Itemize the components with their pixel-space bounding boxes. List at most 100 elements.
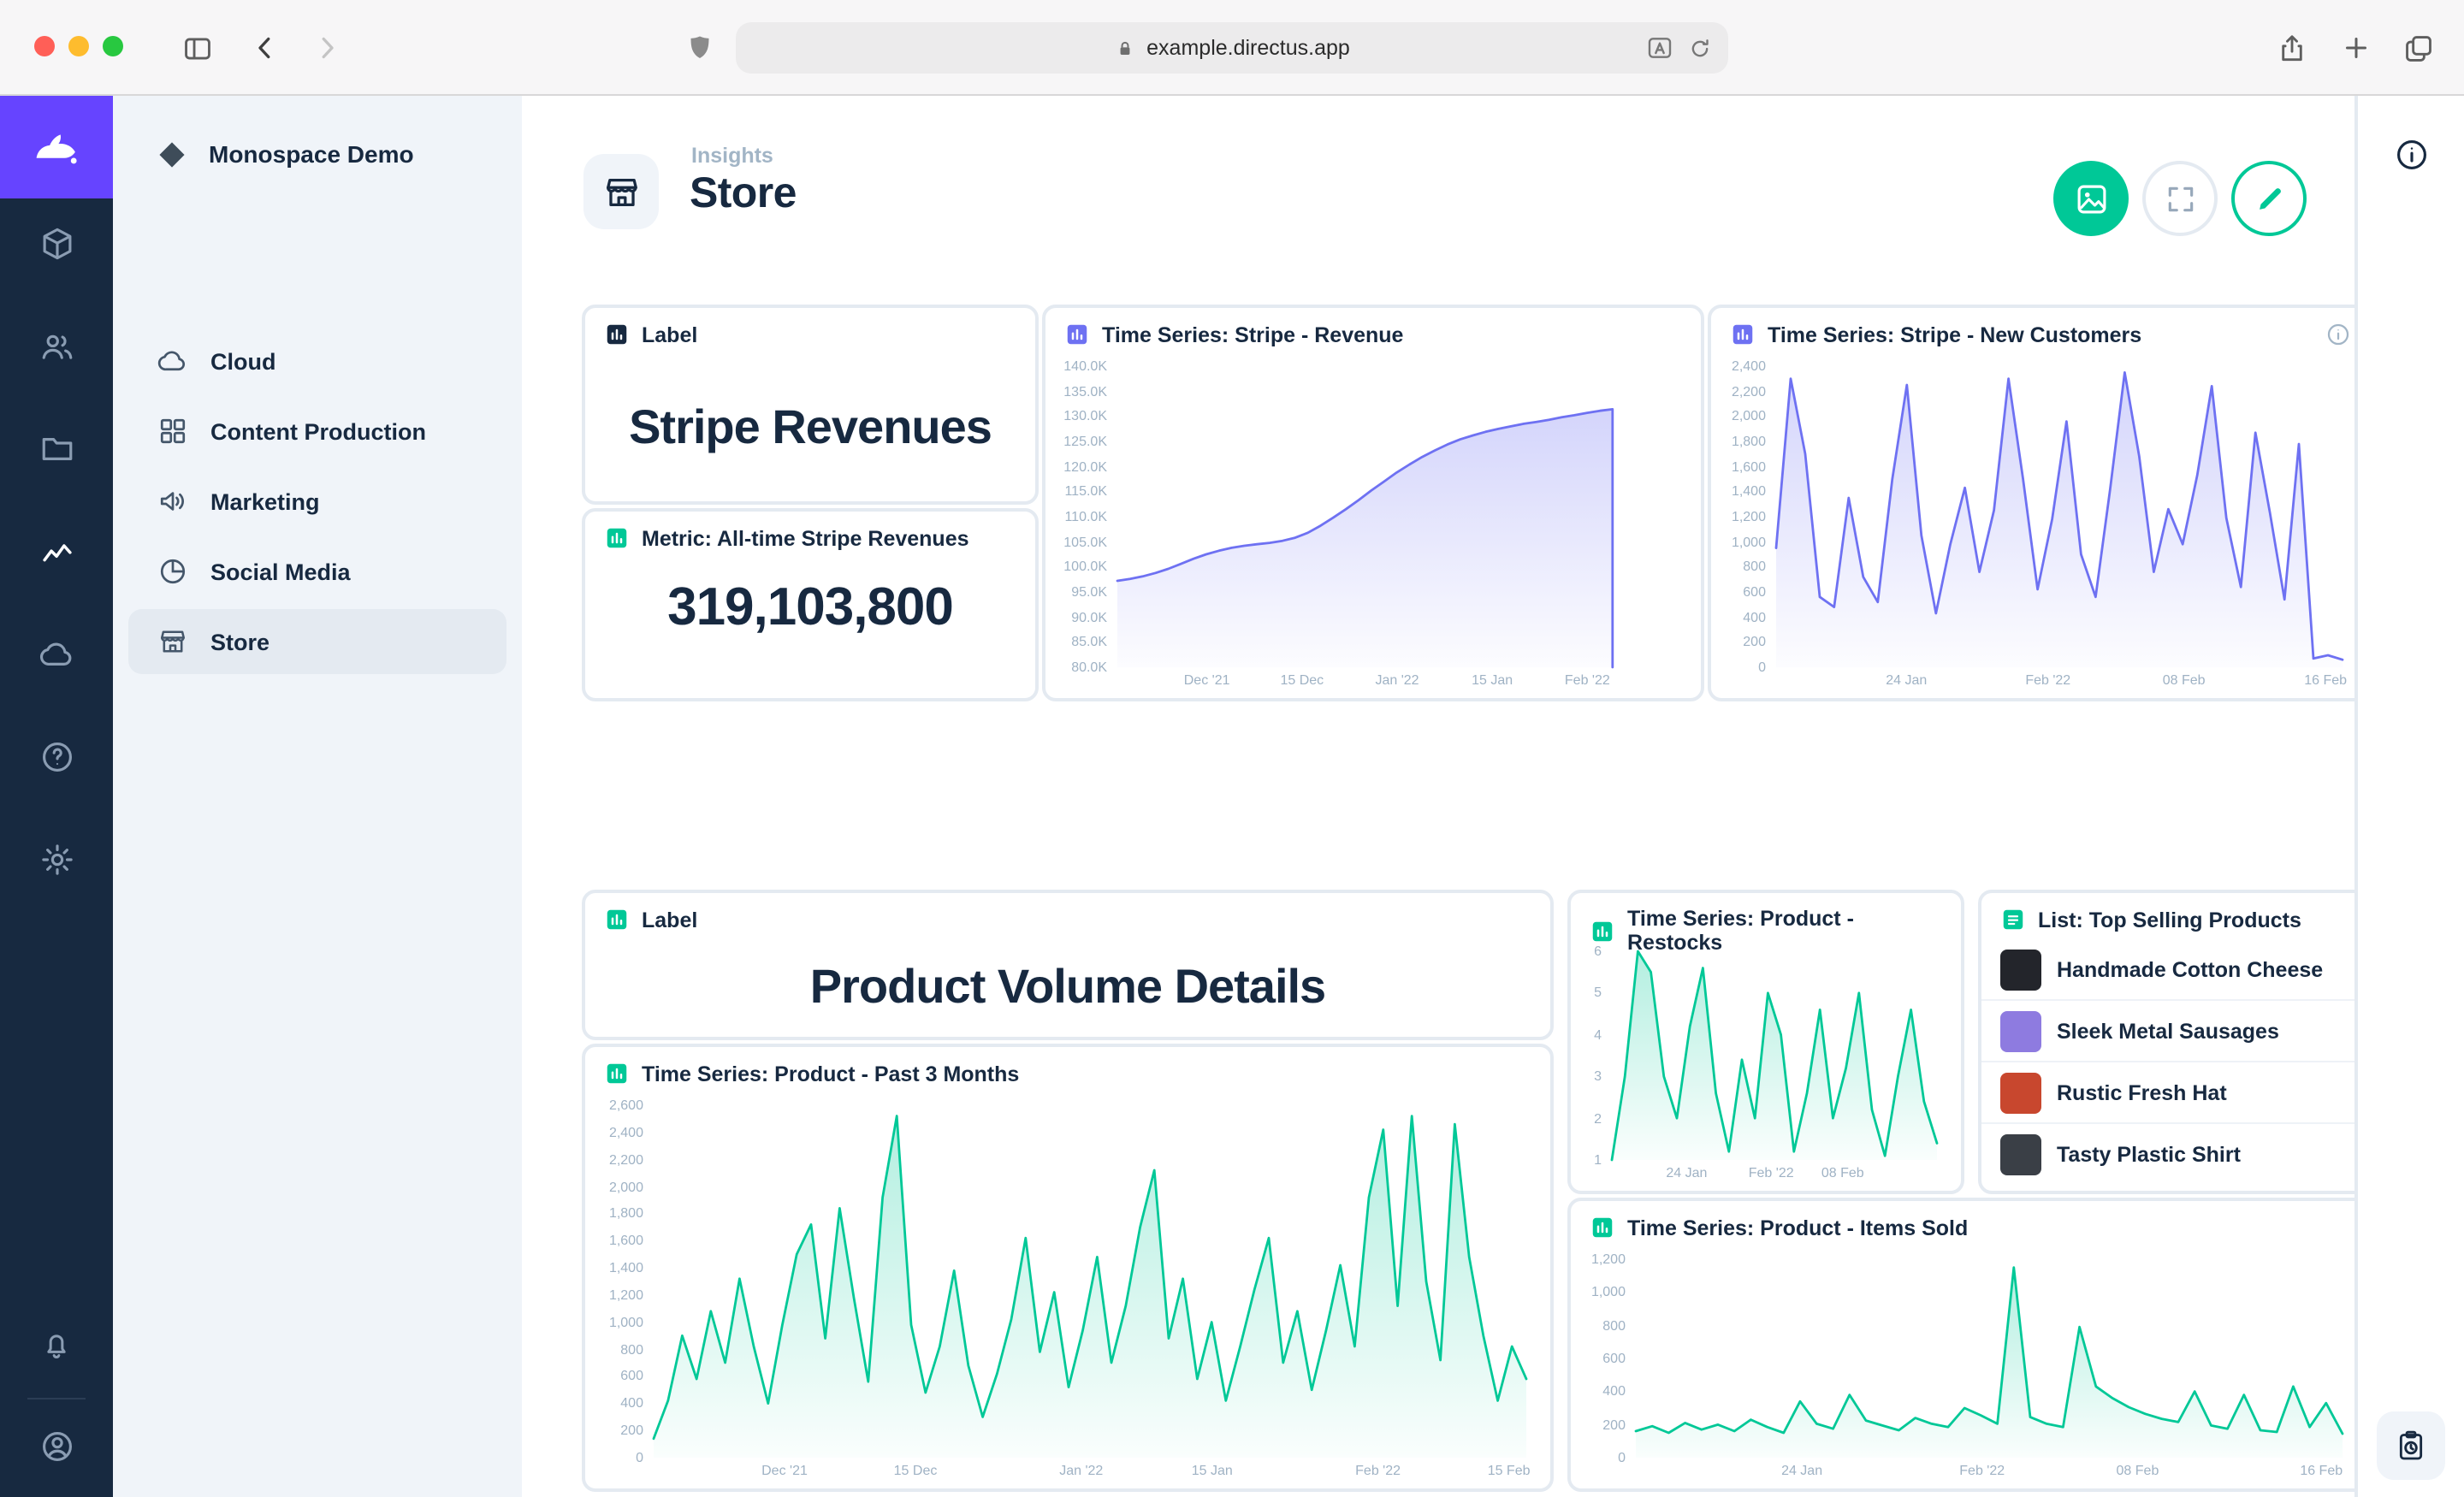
sidebar-item-marketing[interactable]: Marketing xyxy=(128,469,506,534)
chart-panel-icon xyxy=(1730,322,1756,347)
list-item[interactable]: Rustic Fresh Hat xyxy=(1981,1061,2366,1122)
navigation-sidebar: Monospace Demo Cloud Content Production … xyxy=(113,96,522,1497)
module-cloud-icon[interactable] xyxy=(0,616,113,691)
module-bar-divider xyxy=(27,1398,86,1399)
edit-dashboard-button[interactable] xyxy=(2231,161,2307,236)
panel-label-product[interactable]: Label Product Volume Details xyxy=(582,890,1554,1040)
module-content-icon[interactable] xyxy=(0,205,113,281)
panel-label-stripe[interactable]: Label Stripe Revenues xyxy=(582,305,1039,505)
label-text: Product Volume Details xyxy=(810,960,1325,1015)
metric-value: 319,103,800 xyxy=(585,577,1035,638)
image-panel-button[interactable] xyxy=(2053,161,2129,236)
sidebar-item-label: Social Media xyxy=(210,559,351,584)
dashboard-icon-badge xyxy=(583,154,659,229)
panel-product-items-sold-chart[interactable]: Time Series: Product - Items Sold 1,2001… xyxy=(1567,1198,2370,1492)
list-item[interactable]: Handmade Cotton Cheese xyxy=(1981,939,2366,999)
panel-title: Time Series: Product - Items Sold xyxy=(1627,1216,1968,1240)
panel-title: Label xyxy=(642,322,697,346)
browser-toolbar: example.directus.app xyxy=(0,0,2464,96)
project-icon xyxy=(156,138,188,170)
sidebar-toggle-icon[interactable] xyxy=(178,29,216,67)
module-users-icon[interactable] xyxy=(0,308,113,383)
forward-button[interactable] xyxy=(308,29,346,67)
product-thumbnail xyxy=(2000,1133,2041,1175)
right-sidebar xyxy=(2354,96,2464,1497)
translate-icon[interactable] xyxy=(1643,31,1677,65)
chart-panel-icon xyxy=(1590,918,1615,944)
chart-panel-icon xyxy=(604,322,630,347)
list-item[interactable]: Tasty Plastic Shirt xyxy=(1981,1122,2366,1184)
pie-chart-icon xyxy=(157,556,188,587)
directus-logo[interactable] xyxy=(0,96,113,198)
product-name: Tasty Plastic Shirt xyxy=(2057,1142,2241,1166)
panel-top-selling-products[interactable]: List: Top Selling Products Handmade Cott… xyxy=(1978,890,2370,1194)
lock-icon xyxy=(1114,37,1136,59)
project-name: Monospace Demo xyxy=(209,140,414,168)
panel-title: Time Series: Product - Past 3 Months xyxy=(642,1062,1019,1086)
chart-panel-icon xyxy=(604,1061,630,1086)
back-button[interactable] xyxy=(246,29,284,67)
tab-overview-icon[interactable] xyxy=(2399,29,2437,67)
safari-window: example.directus.app xyxy=(0,0,2464,1497)
module-files-icon[interactable] xyxy=(0,411,113,486)
new-customers-chart: 2,4002,2002,0001,8001,6001,4001,2001,000… xyxy=(1718,359,2356,691)
megaphone-icon xyxy=(157,486,188,517)
privacy-shield-icon[interactable] xyxy=(681,29,719,67)
chart-panel-icon xyxy=(1064,322,1090,347)
share-icon[interactable] xyxy=(2272,29,2310,67)
panel-title: List: Top Selling Products xyxy=(2038,908,2301,932)
panel-product-restocks-chart[interactable]: Time Series: Product - Restocks 65432124… xyxy=(1567,890,1964,1194)
grid-icon xyxy=(157,416,188,447)
module-bar xyxy=(0,96,113,1497)
info-icon[interactable] xyxy=(2325,322,2351,356)
new-tab-icon[interactable] xyxy=(2337,29,2375,67)
stripe-revenue-chart: 140.0K135.0K130.0K125.0K120.0K115.0K110.… xyxy=(1052,359,1691,691)
list-item[interactable]: Sleek Metal Sausages xyxy=(1981,999,2366,1061)
sidebar-item-label: Content Production xyxy=(210,418,426,444)
chart-panel-icon xyxy=(604,907,630,932)
cloud-icon xyxy=(157,346,188,376)
project-header[interactable]: Monospace Demo xyxy=(113,96,522,212)
sidebar-item-label: Store xyxy=(210,629,270,654)
list-panel-icon xyxy=(2000,907,2026,932)
chart-panel-icon xyxy=(1590,1215,1615,1240)
address-bar[interactable]: example.directus.app xyxy=(736,22,1728,74)
account-icon[interactable] xyxy=(0,1408,113,1483)
breadcrumb[interactable]: Insights xyxy=(691,144,773,168)
panel-title: Label xyxy=(642,908,697,932)
panel-stripe-revenue-chart[interactable]: Time Series: Stripe - Revenue 140.0K135.… xyxy=(1042,305,1704,701)
close-window-button[interactable] xyxy=(34,36,55,56)
zoom-window-button[interactable] xyxy=(103,36,123,56)
page-title: Store xyxy=(690,169,797,219)
module-help-icon[interactable] xyxy=(0,719,113,794)
chart-panel-icon xyxy=(604,525,630,551)
panel-metric-stripe-revenues[interactable]: Metric: All-time Stripe Revenues 319,103… xyxy=(582,508,1039,701)
info-icon[interactable] xyxy=(2394,137,2430,181)
activity-clipboard-icon[interactable] xyxy=(2377,1411,2445,1480)
product-name: Handmade Cotton Cheese xyxy=(2057,957,2323,981)
sidebar-item-cloud[interactable]: Cloud xyxy=(128,328,506,393)
module-settings-icon[interactable] xyxy=(0,821,113,896)
fullscreen-button[interactable] xyxy=(2142,161,2218,236)
module-insights-icon[interactable] xyxy=(0,513,113,589)
panel-product-past-3-months-chart[interactable]: Time Series: Product - Past 3 Months 2,6… xyxy=(582,1044,1554,1492)
reload-icon[interactable] xyxy=(1682,31,1716,65)
product-past-3-months-chart: 2,6002,4002,2002,0001,8001,6001,4001,200… xyxy=(592,1098,1540,1482)
panel-title: Time Series: Stripe - Revenue xyxy=(1102,322,1403,346)
storefront-icon xyxy=(157,626,188,657)
sidebar-item-social-media[interactable]: Social Media xyxy=(128,539,506,604)
product-items-sold-chart: 1,2001,000800600400200024 JanFeb '2208 F… xyxy=(1578,1252,2356,1482)
notifications-bell-icon[interactable] xyxy=(0,1307,113,1382)
product-thumbnail xyxy=(2000,1072,2041,1113)
label-text: Stripe Revenues xyxy=(629,399,992,454)
product-name: Sleek Metal Sausages xyxy=(2057,1019,2279,1043)
product-restocks-chart: 65432124 JanFeb '2208 Feb xyxy=(1578,944,1951,1184)
product-thumbnail xyxy=(2000,1010,2041,1051)
panel-title: Metric: All-time Stripe Revenues xyxy=(642,526,969,550)
minimize-window-button[interactable] xyxy=(68,36,89,56)
sidebar-item-store[interactable]: Store xyxy=(128,609,506,674)
panel-stripe-new-customers-chart[interactable]: Time Series: Stripe - New Customers 2,40… xyxy=(1708,305,2370,701)
product-name: Rustic Fresh Hat xyxy=(2057,1080,2227,1104)
sidebar-item-label: Cloud xyxy=(210,348,276,374)
sidebar-item-content-production[interactable]: Content Production xyxy=(128,399,506,464)
